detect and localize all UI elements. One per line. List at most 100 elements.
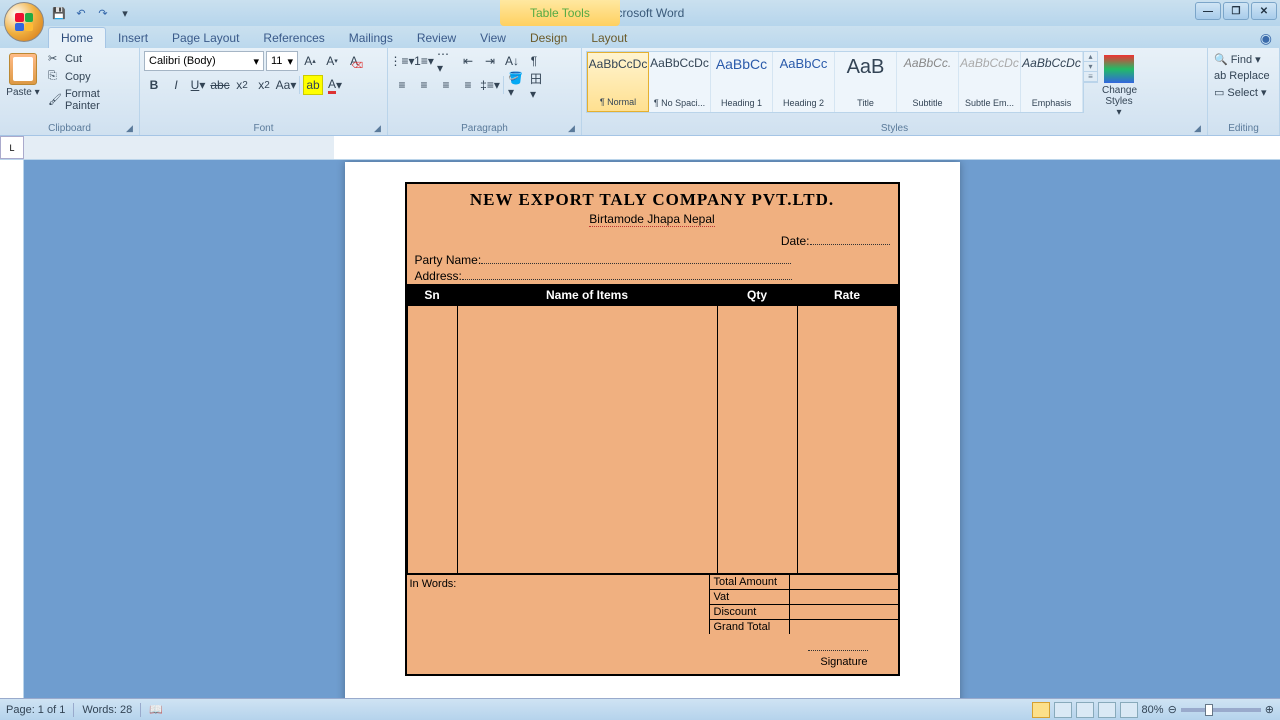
style-no-spacing[interactable]: AaBbCcDc¶ No Spaci... — [649, 52, 711, 112]
copy-button[interactable]: ⎘Copy — [46, 69, 135, 85]
select-button[interactable]: ▭Select ▾ — [1212, 84, 1275, 101]
web-layout-view[interactable] — [1076, 702, 1094, 718]
tab-layout[interactable]: Layout — [579, 28, 639, 48]
tab-review[interactable]: Review — [405, 28, 468, 48]
tab-view[interactable]: View — [468, 28, 518, 48]
horizontal-ruler[interactable] — [334, 136, 1280, 159]
tab-mailings[interactable]: Mailings — [337, 28, 405, 48]
bold-button[interactable]: B — [144, 75, 164, 95]
tab-home[interactable]: Home — [48, 27, 106, 48]
cell[interactable] — [797, 306, 897, 574]
in-words-label[interactable]: In Words: — [407, 575, 710, 634]
word-count[interactable]: Words: 28 — [82, 704, 132, 716]
address-field[interactable] — [462, 279, 792, 280]
items-table[interactable]: Sn Name of Items Qty Rate — [407, 284, 898, 574]
restore-button[interactable]: ❐ — [1223, 2, 1249, 20]
font-color-button[interactable]: A▾ — [325, 75, 345, 95]
scroll-down-icon[interactable]: ▾ — [1084, 62, 1097, 72]
change-styles-button[interactable]: Change Styles ▾ — [1098, 51, 1140, 122]
grow-font-icon[interactable]: A▴ — [300, 51, 320, 71]
party-field[interactable] — [481, 263, 791, 264]
multilevel-button[interactable]: ⋯▾ — [436, 51, 456, 71]
zoom-slider[interactable] — [1181, 708, 1261, 712]
show-marks-button[interactable]: ¶ — [524, 51, 544, 71]
decrease-indent-button[interactable]: ⇤ — [458, 51, 478, 71]
find-button[interactable]: 🔍Find ▾ — [1212, 51, 1275, 68]
style-normal[interactable]: AaBbCcDc¶ Normal — [587, 52, 649, 112]
qat-customize-icon[interactable]: ▾ — [116, 4, 134, 22]
zoom-level[interactable]: 80% — [1142, 704, 1164, 716]
style-heading2[interactable]: AaBbCcHeading 2 — [773, 52, 835, 112]
styles-launcher-icon[interactable]: ◢ — [1194, 123, 1204, 133]
total-field[interactable] — [790, 575, 898, 589]
clear-format-icon[interactable]: A⌫ — [344, 51, 364, 71]
cell[interactable] — [407, 306, 457, 574]
italic-button[interactable]: I — [166, 75, 186, 95]
tab-page-layout[interactable]: Page Layout — [160, 28, 251, 48]
numbering-button[interactable]: 1≡▾ — [414, 51, 434, 71]
discount-field[interactable] — [790, 605, 898, 619]
shrink-font-icon[interactable]: A▾ — [322, 51, 342, 71]
replace-button[interactable]: abReplace — [1212, 68, 1275, 84]
clipboard-launcher-icon[interactable]: ◢ — [126, 123, 136, 133]
sort-button[interactable]: A↓ — [502, 51, 522, 71]
highlight-button[interactable]: ab — [303, 75, 323, 95]
shading-button[interactable]: 🪣▾ — [507, 75, 527, 95]
zoom-thumb[interactable] — [1205, 704, 1213, 716]
minimize-button[interactable]: — — [1195, 2, 1221, 20]
align-left-button[interactable]: ≡ — [392, 75, 412, 95]
office-button[interactable] — [4, 2, 44, 42]
zoom-out-button[interactable]: ⊖ — [1168, 703, 1177, 716]
cell[interactable] — [457, 306, 717, 574]
grand-field[interactable] — [790, 620, 898, 634]
font-size-select[interactable]: 11▾ — [266, 51, 298, 71]
style-title[interactable]: AaBTitle — [835, 52, 897, 112]
tab-references[interactable]: References — [251, 28, 336, 48]
change-case-button[interactable]: Aa▾ — [276, 75, 296, 95]
zoom-in-button[interactable]: ⊕ — [1265, 703, 1274, 716]
paste-button[interactable]: Paste ▾ — [4, 51, 42, 121]
increase-indent-button[interactable]: ⇥ — [480, 51, 500, 71]
tab-insert[interactable]: Insert — [106, 28, 160, 48]
cut-button[interactable]: ✂Cut — [46, 51, 135, 67]
help-icon[interactable]: ◉ — [1260, 30, 1272, 47]
line-spacing-button[interactable]: ‡≡▾ — [480, 75, 500, 95]
style-scroll[interactable]: ▴▾≡ — [1084, 51, 1098, 83]
save-icon[interactable]: 💾 — [50, 4, 68, 22]
justify-button[interactable]: ≡ — [458, 75, 478, 95]
style-emphasis[interactable]: AaBbCcDcEmphasis — [1021, 52, 1083, 112]
draft-view[interactable] — [1120, 702, 1138, 718]
scroll-more-icon[interactable]: ≡ — [1084, 72, 1097, 82]
full-screen-view[interactable] — [1054, 702, 1072, 718]
page[interactable]: NEW EXPORT TALY COMPANY PVT.LTD. Birtamo… — [345, 162, 960, 714]
date-field[interactable] — [810, 244, 890, 245]
proofing-icon[interactable]: 📖 — [149, 703, 163, 716]
paragraph-launcher-icon[interactable]: ◢ — [568, 123, 578, 133]
print-layout-view[interactable] — [1032, 702, 1050, 718]
format-painter-button[interactable]: 🖌Format Painter — [46, 87, 135, 113]
vertical-ruler[interactable] — [0, 160, 24, 714]
font-name-select[interactable]: Calibri (Body)▾ — [144, 51, 264, 71]
vat-field[interactable] — [790, 590, 898, 604]
font-launcher-icon[interactable]: ◢ — [374, 123, 384, 133]
underline-button[interactable]: U▾ — [188, 75, 208, 95]
redo-icon[interactable]: ↷ — [94, 4, 112, 22]
close-button[interactable]: ✕ — [1251, 2, 1277, 20]
bill-table[interactable]: NEW EXPORT TALY COMPANY PVT.LTD. Birtamo… — [405, 182, 900, 676]
style-heading1[interactable]: AaBbCcHeading 1 — [711, 52, 773, 112]
borders-button[interactable]: 田▾ — [529, 75, 549, 95]
strikethrough-button[interactable]: abc — [210, 75, 230, 95]
align-center-button[interactable]: ≡ — [414, 75, 434, 95]
tab-selector[interactable]: L — [0, 136, 24, 159]
bullets-button[interactable]: ⋮≡▾ — [392, 51, 412, 71]
style-subtle-em[interactable]: AaBbCcDcSubtle Em... — [959, 52, 1021, 112]
superscript-button[interactable]: x2 — [254, 75, 274, 95]
tab-design[interactable]: Design — [518, 28, 579, 48]
align-right-button[interactable]: ≡ — [436, 75, 456, 95]
scroll-up-icon[interactable]: ▴ — [1084, 52, 1097, 62]
style-subtitle[interactable]: AaBbCc.Subtitle — [897, 52, 959, 112]
subscript-button[interactable]: x2 — [232, 75, 252, 95]
page-status[interactable]: Page: 1 of 1 — [6, 704, 65, 716]
cell[interactable] — [717, 306, 797, 574]
outline-view[interactable] — [1098, 702, 1116, 718]
